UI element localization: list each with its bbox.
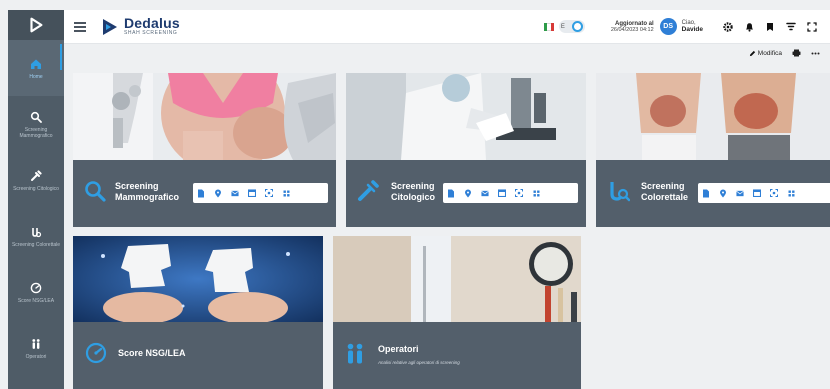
print-icon[interactable] [792,49,801,57]
calendar-icon[interactable] [248,189,256,197]
scan-icon[interactable] [515,189,523,197]
calendar-icon[interactable] [753,189,761,197]
card-image-operatori [333,236,581,322]
location-pin-icon[interactable] [464,189,472,197]
avatar[interactable]: DS [659,18,677,35]
home-icon [29,57,43,71]
card-title-line2: Mammografico [115,192,180,202]
magnifier-tube-icon [29,225,43,239]
bookmark-icon[interactable] [762,19,778,35]
card-title: Screening Mammografico [115,181,179,203]
sidebar-item-screening-mammografico[interactable]: Screening Mammografico [8,96,64,152]
italian-flag-icon[interactable] [543,22,554,31]
user-greeting[interactable]: Ciao, Davide [682,20,703,33]
card-title-line1: Screening [391,181,435,191]
sidebar-item-label: Screening Mammografico [19,126,53,139]
sidebar-item-label: Operatori [25,353,47,360]
sidebar-logo[interactable] [8,10,64,40]
card-title: Score NSG/LEA [118,348,186,358]
document-icon[interactable] [702,189,710,197]
document-icon[interactable] [447,189,455,197]
location-pin-icon[interactable] [214,189,222,197]
card-image-colorettale [596,73,830,160]
search-icon [85,181,106,202]
grid-icon[interactable] [282,189,290,197]
sidebar: Home Screening Mammografico Screening Ci… [8,10,64,389]
document-icon[interactable] [197,189,205,197]
mail-icon[interactable] [231,189,239,197]
sidebar-item-label: Home [29,73,43,80]
people-icon [29,337,43,351]
mail-icon[interactable] [736,189,744,197]
hamburger-menu-icon[interactable] [74,21,86,32]
fullscreen-icon[interactable] [804,19,820,35]
edit-button-label: Modifica [757,49,782,57]
card-title-line2: Citologico [391,192,435,202]
card-title: Screening Citologico [391,181,435,203]
brand-subtitle: SHAH SCREENING [124,30,178,36]
page-toolbar: Modifica [64,44,830,62]
sidebar-item-label: Screening Colorettale [11,241,61,248]
card-title-line1: Screening [641,181,685,191]
sidebar-item-home[interactable]: Home [8,40,64,96]
card-actions [443,183,578,203]
card-screening-colorettale[interactable]: Screening Colorettale [596,73,830,227]
language-toggle-label: E [560,23,565,30]
card-image-citologico [346,73,586,160]
sidebar-item-label: Score NSG/LEA [17,297,55,304]
sidebar-item-operatori[interactable]: Operatori [8,320,64,376]
brand-logo[interactable]: Dedalus SHAH SCREENING [100,16,180,37]
card-actions [193,183,328,203]
language-toggle[interactable]: E [558,20,585,33]
scan-icon[interactable] [265,189,273,197]
magnifier-tube-icon [610,182,630,202]
card-image-score [73,236,323,322]
dedalus-logo-icon [100,17,120,37]
app-window: Home Screening Mammografico Screening Ci… [0,0,830,389]
card-title-line1: Screening [115,181,159,191]
toggle-knob [571,21,583,32]
card-title: Operatori [378,344,419,354]
calendar-icon[interactable] [498,189,506,197]
mail-icon[interactable] [481,189,489,197]
card-screening-mammografico[interactable]: Screening Mammografico [73,73,336,227]
card-title-line2: Colorettale [641,192,689,202]
grid-icon[interactable] [532,189,540,197]
card-score-nsg-lea[interactable]: Score NSG/LEA [73,236,323,389]
sidebar-item-screening-citologico[interactable]: Screening Citologico [8,152,64,208]
top-header: Dedalus SHAH SCREENING E Aggiornato al 2… [64,10,830,44]
last-update: Aggiornato al 26/04/2023 04:12 [611,21,654,33]
gauge-icon [29,281,43,295]
card-description: Analisi relative agli operatori di scree… [378,360,460,365]
people-icon [347,343,363,364]
more-icon[interactable] [811,52,820,55]
sidebar-item-score-nsg-lea[interactable]: Score NSG/LEA [8,264,64,320]
brand-name: Dedalus [124,15,180,31]
edit-button[interactable]: Modifica [749,50,782,57]
card-title: Screening Colorettale [641,181,688,203]
dedalus-play-icon [30,17,43,33]
funnel-icon[interactable] [783,19,799,35]
pencil-icon [749,50,755,56]
card-screening-citologico[interactable]: Screening Citologico [346,73,586,227]
sidebar-item-label: Screening Citologico [13,185,59,192]
card-operatori[interactable]: Operatori Analisi relative agli operator… [333,236,581,389]
grid-icon[interactable] [787,189,795,197]
search-icon [29,110,43,124]
sidebar-item-screening-colorettale[interactable]: Screening Colorettale [8,208,64,264]
user-name: Davide [681,26,703,33]
location-pin-icon[interactable] [719,189,727,197]
pipette-icon [358,180,379,201]
last-update-value: 26/04/2023 04:12 [610,26,654,33]
card-actions [698,183,830,203]
card-image-mammografico [73,73,336,160]
gear-icon[interactable] [720,19,736,35]
gauge-icon [85,342,107,364]
pipette-icon [29,169,43,183]
scan-icon[interactable] [770,189,778,197]
bell-icon[interactable] [741,19,757,35]
